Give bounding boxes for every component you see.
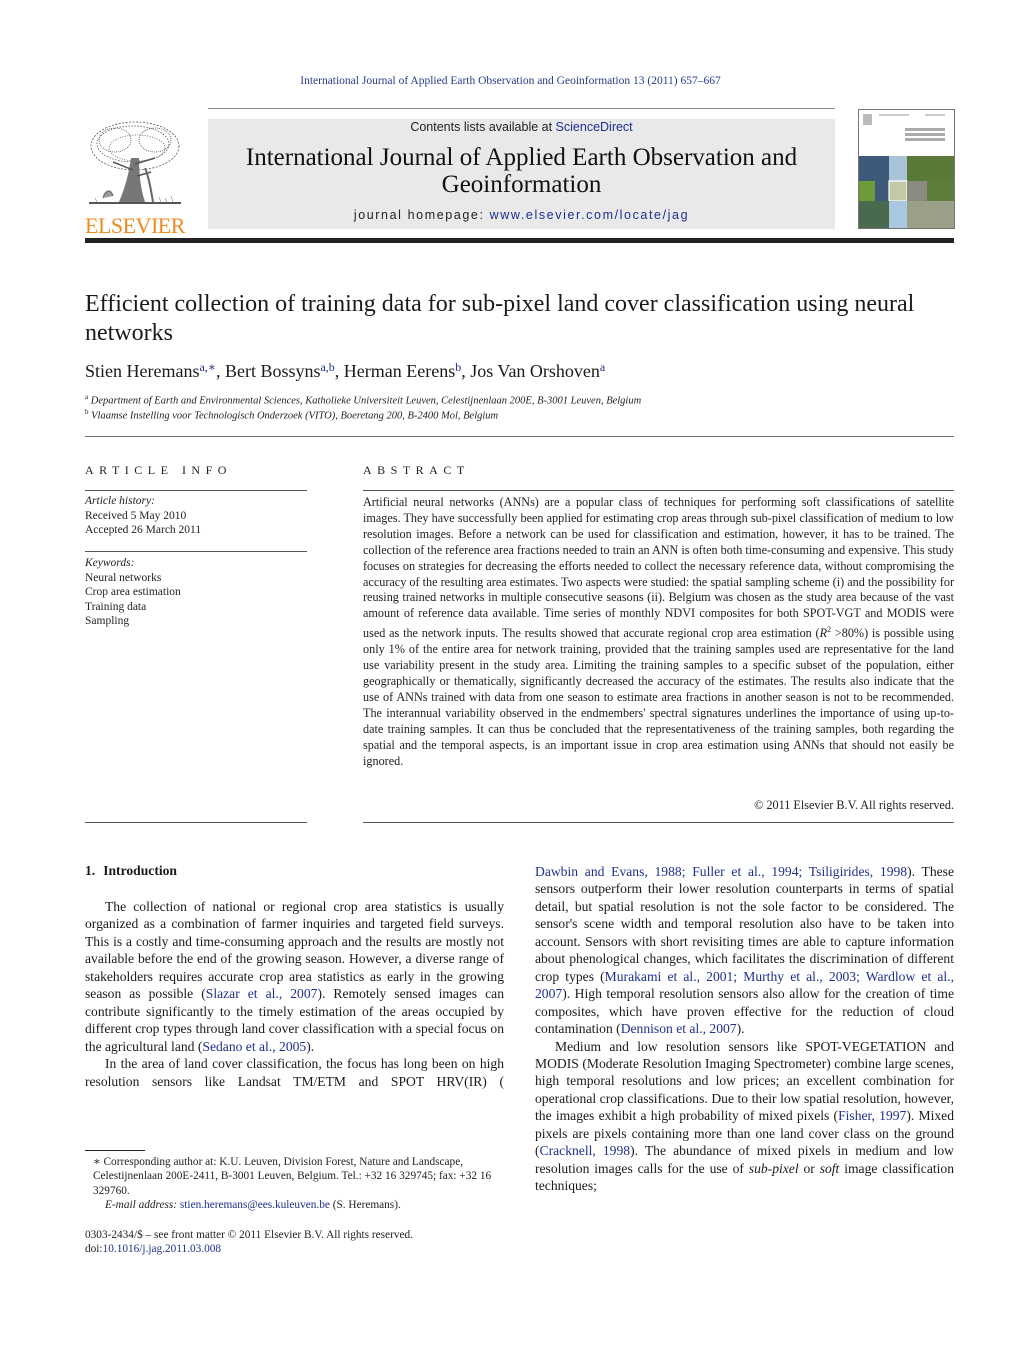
abstract-text: Artificial neural networks (ANNs) are a …: [363, 495, 954, 769]
doi-link[interactable]: 10.1016/j.jag.2011.03.008: [103, 1243, 222, 1255]
email-suffix: (S. Heremans).: [329, 1199, 401, 1212]
text: In the area of land cover classification…: [85, 1056, 504, 1089]
elsevier-wordmark: ELSEVIER: [85, 213, 185, 238]
email-label: E-mail address:: [105, 1199, 180, 1212]
keyword: Training data: [85, 600, 147, 613]
journal-title-line1: International Journal of Applied Earth O…: [245, 144, 798, 171]
received-date: Received 5 May 2010: [85, 509, 187, 522]
paragraph-continued: Dawbin and Evans, 1988; Fuller et al., 1…: [535, 863, 954, 1038]
keyword: Neural networks: [85, 571, 162, 584]
author-name: Jos Van Orshoven: [470, 361, 600, 381]
running-header[interactable]: International Journal of Applied Earth O…: [0, 75, 1021, 87]
doi-prefix: doi:: [85, 1243, 103, 1256]
homepage-prefix: journal homepage:: [353, 208, 490, 222]
abstract-copyright: © 2011 Elsevier B.V. All rights reserved…: [754, 798, 954, 812]
abstract-text-part: Artificial neural networks (ANNs) are a …: [363, 495, 955, 641]
citation-link[interactable]: Cracknell, 1998: [540, 1143, 631, 1158]
text: ).: [306, 1038, 315, 1054]
journal-masthead: Contents lists available at ScienceDirec…: [208, 119, 835, 229]
abstract-rule: [363, 490, 954, 491]
author-name: Herman Eerens: [343, 361, 456, 381]
article-info-rule: [85, 822, 307, 823]
citation-link[interactable]: Dawbin and Evans, 1988; Fuller et al., 1…: [535, 864, 907, 879]
article-history-label: Article history:: [85, 495, 155, 507]
paragraph: Medium and low resolution sensors like S…: [535, 1038, 954, 1195]
paragraph: In the area of land cover classification…: [85, 1055, 504, 1090]
body-column-right: Dawbin and Evans, 1988; Fuller et al., 1…: [535, 863, 954, 1195]
homepage-link[interactable]: www.elsevier.com/locate/jag: [490, 208, 690, 222]
journal-homepage: journal homepage: www.elsevier.com/locat…: [208, 208, 835, 222]
citation-link[interactable]: Dennison et al., 2007: [621, 1021, 737, 1036]
author-name: Bert Bossyns: [224, 361, 321, 381]
keyword: Crop area estimation: [85, 586, 181, 598]
citation-link[interactable]: Sedano et al., 2005: [202, 1039, 306, 1054]
abstract-text-part: >80%) is possible using only 1% of the e…: [363, 626, 954, 768]
section-title: Introduction: [103, 863, 177, 878]
contents-prefix: Contents lists available at: [410, 120, 556, 134]
doi-line: doi:10.1016/j.jag.2011.03.008: [85, 1242, 510, 1256]
text: ).: [736, 1021, 745, 1037]
author-affiliation-mark[interactable]: b: [455, 360, 461, 374]
emphasis: soft: [819, 1160, 840, 1176]
affiliation-text: Department of Earth and Environmental Sc…: [90, 395, 642, 407]
author[interactable]: Stien Heremansa,∗: [85, 360, 216, 381]
article-history: Article history: Received 5 May 2010 Acc…: [85, 494, 307, 538]
keywords: Keywords: Neural networks Crop area esti…: [85, 556, 307, 629]
affiliation-mark: a: [85, 393, 89, 401]
body-column-left: The collection of national or regional c…: [85, 898, 504, 1090]
elsevier-tree-icon: [85, 118, 185, 210]
footnote-body: Corresponding author at: K.U. Leuven, Di…: [93, 1156, 492, 1197]
author-affiliation-mark[interactable]: a,b: [320, 360, 334, 374]
author[interactable]: Bert Bossynsa,b: [224, 360, 335, 381]
footnote-text: ∗ Corresponding author at: K.U. Leuven, …: [85, 1155, 510, 1198]
header-divider: [85, 436, 954, 437]
emphasis: sub-pixel: [748, 1160, 799, 1176]
corresponding-author-footnote: ∗ Corresponding author at: K.U. Leuven, …: [85, 1155, 510, 1213]
footnote-email: E-mail address: stien.heremans@ees.kuleu…: [85, 1198, 510, 1212]
journal-title: International Journal of Applied Earth O…: [208, 144, 835, 198]
affiliation-mark: b: [85, 408, 89, 416]
article-info-rule: [85, 551, 307, 552]
issn-line: 0303-2434/$ – see front matter © 2011 El…: [85, 1229, 413, 1241]
contents-line: Contents lists available at ScienceDirec…: [208, 119, 835, 135]
journal-title-line2: Geoinformation: [441, 171, 602, 198]
citation-link[interactable]: Slazar et al., 2007: [206, 986, 318, 1001]
sciencedirect-link[interactable]: ScienceDirect: [556, 120, 633, 134]
masthead-bottom-rule: [85, 238, 954, 243]
citation-link[interactable]: Fisher, 1997: [838, 1108, 906, 1123]
footnote-mark: ∗: [93, 1156, 101, 1168]
footnote-rule: [85, 1150, 145, 1151]
affiliation-a: a Department of Earth and Environmental …: [85, 393, 955, 407]
masthead-top-rule: [208, 108, 835, 109]
author-affiliation-mark[interactable]: a,∗: [199, 360, 215, 374]
text: or: [798, 1160, 820, 1176]
abstract-heading: ABSTRACT: [363, 463, 470, 477]
accepted-date: Accepted 26 March 2011: [85, 524, 202, 536]
elsevier-logo[interactable]: ELSEVIER: [85, 118, 190, 237]
keywords-label: Keywords:: [85, 557, 135, 569]
article-info-heading: ARTICLE INFO: [85, 463, 232, 477]
author-list: Stien Heremansa,∗, Bert Bossynsa,b, Herm…: [85, 360, 606, 381]
paragraph: The collection of national or regional c…: [85, 898, 504, 1055]
text: ). These sensors outperform their lower …: [535, 864, 954, 984]
article-info-rule: [85, 490, 307, 491]
keyword: Sampling: [85, 615, 130, 627]
email-link[interactable]: stien.heremans@ees.kuleuven.be: [180, 1199, 330, 1211]
article-title: Efficient collection of training data fo…: [85, 291, 915, 346]
journal-cover-thumbnail[interactable]: [858, 109, 955, 229]
journal-cover-image: [859, 110, 954, 228]
section-heading-introduction: 1. Introduction: [85, 863, 177, 879]
affiliation-text: Vlaamse Instelling voor Technologisch On…: [91, 410, 499, 422]
r-squared-symbol: R: [819, 626, 828, 641]
section-number: 1.: [85, 863, 96, 878]
author[interactable]: Jos Van Orshovena: [470, 360, 605, 381]
author-name: Stien Heremans: [85, 361, 200, 381]
author-affiliation-mark[interactable]: a: [600, 360, 605, 374]
abstract-rule: [363, 822, 954, 823]
author[interactable]: Herman Eerensb: [343, 360, 461, 381]
front-matter: 0303-2434/$ – see front matter © 2011 El…: [85, 1228, 510, 1257]
affiliation-b: b Vlaamse Instelling voor Technologisch …: [85, 408, 955, 422]
